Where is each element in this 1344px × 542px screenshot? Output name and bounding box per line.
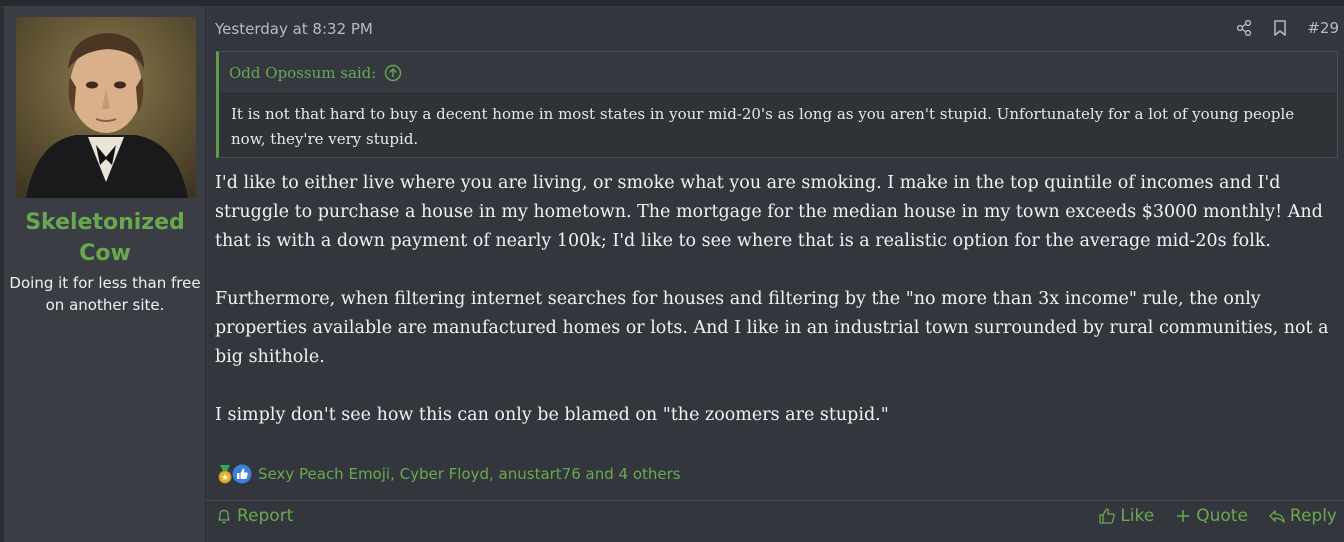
post-footer: Report Like Quote Reply <box>215 505 1337 527</box>
reactions-bar[interactable]: Sexy Peach Emoji, Cyber Floyd, anustart7… <box>215 464 681 484</box>
post-top-actions: #29 <box>1235 19 1339 37</box>
post-paragraph: Furthermore, when filtering internet sea… <box>215 289 1329 367</box>
quote-text: It is not that hard to buy a decent home… <box>231 105 1295 148</box>
post-body: I'd like to either live where you are li… <box>215 169 1339 459</box>
quote-author[interactable]: Odd Opossum said: <box>229 64 376 82</box>
thumbs-up-icon <box>232 464 252 484</box>
quote-header: Odd Opossum said: <box>219 52 1337 94</box>
footer-divider <box>205 500 1344 501</box>
like-label: Like <box>1120 506 1155 526</box>
user-column: Skeletonized Cow Doing it for less than … <box>5 7 206 542</box>
reply-button[interactable]: Reply <box>1268 506 1337 526</box>
top-bar <box>0 0 1344 7</box>
report-label: Report <box>237 506 294 526</box>
forum-post: Skeletonized Cow Doing it for less than … <box>4 7 1344 542</box>
reply-label: Reply <box>1289 506 1337 526</box>
quote-label: Quote <box>1196 506 1248 526</box>
post-main: Yesterday at 8:32 PM #29 Odd Opossum sai… <box>205 7 1344 542</box>
report-button[interactable]: Report <box>215 506 293 526</box>
post-paragraph: I'd like to either live where you are li… <box>215 173 1323 251</box>
avatar[interactable] <box>16 17 196 198</box>
reaction-icons <box>215 464 252 484</box>
post-date[interactable]: Yesterday at 8:32 PM <box>215 20 373 38</box>
post-number[interactable]: #29 <box>1307 19 1339 37</box>
portrait-image <box>16 17 196 198</box>
quote-button[interactable]: Quote <box>1174 506 1248 526</box>
like-button[interactable]: Like <box>1098 506 1154 526</box>
arrow-up-circle-icon[interactable] <box>384 64 402 82</box>
reactions-text[interactable]: Sexy Peach Emoji, Cyber Floyd, anustart7… <box>258 465 681 483</box>
user-title: Doing it for less than free on another s… <box>9 274 201 314</box>
reply-arrow-icon <box>1269 510 1285 523</box>
thumbs-up-outline-icon <box>1099 508 1116 524</box>
username[interactable]: Skeletonized Cow <box>5 207 205 269</box>
plus-icon <box>1177 510 1190 522</box>
post-paragraph: I simply don't see how this can only be … <box>215 405 889 425</box>
share-icon[interactable] <box>1235 19 1253 37</box>
bookmark-icon[interactable] <box>1271 19 1289 37</box>
quote-block: Odd Opossum said: It is not that hard to… <box>216 51 1338 158</box>
bell-icon <box>218 509 230 524</box>
